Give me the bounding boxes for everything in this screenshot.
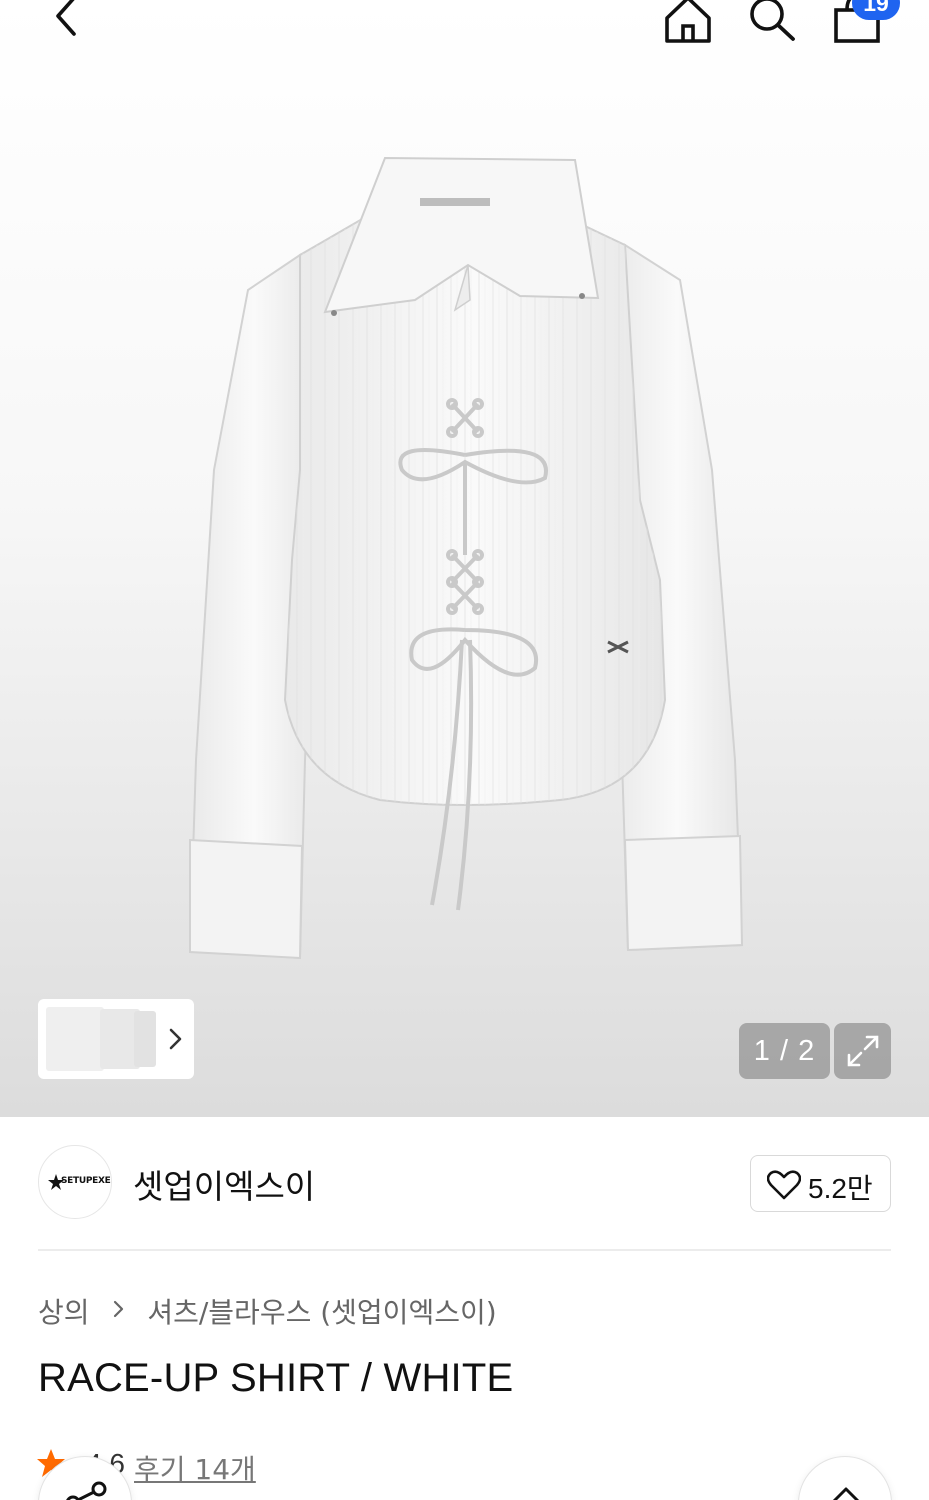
breadcrumb-subcategory[interactable]: 셔츠/블라우스 (셋업이엑스이) [147,1291,496,1331]
heart-icon [767,1170,801,1200]
top-navigation-bar: 19 [0,0,929,60]
chevron-right-icon [112,1297,126,1325]
home-button[interactable] [662,0,714,44]
search-icon [750,0,795,41]
product-image-gallery[interactable] [0,0,929,1117]
like-button[interactable]: 5.2만 [750,1155,891,1212]
home-icon [665,0,711,43]
expand-icon [847,1035,879,1067]
product-photo [188,156,744,960]
share-icon [66,1481,107,1500]
divider [38,1249,891,1251]
brand-logo-text: SETUPEXE [61,1176,111,1186]
review-count-link[interactable]: 후기 14개 [134,1448,256,1488]
product-title: RACE-UP SHIRT / WHITE [38,1356,514,1400]
breadcrumb-category[interactable]: 상의 [38,1291,90,1331]
brand-name[interactable]: 셋업이엑스이 [133,1160,315,1208]
like-count: 5.2만 [808,1173,873,1204]
chevron-right-icon[interactable] [166,1025,186,1053]
thumbnail-1[interactable] [46,1007,104,1071]
search-button[interactable] [746,0,798,42]
scroll-to-top-button[interactable] [798,1456,892,1500]
chevron-up-icon [832,1487,860,1500]
cart-count-badge: 19 [852,0,900,20]
fullscreen-button[interactable] [834,1023,891,1079]
thumbnail-3[interactable] [134,1011,156,1067]
brand-logo[interactable]: SETUPEXE [38,1145,112,1219]
thumbnail-strip[interactable] [38,999,194,1079]
back-button[interactable] [44,0,90,40]
breadcrumb: 상의 셔츠/블라우스 (셋업이엑스이) [38,1291,497,1329]
image-counter: 1 / 2 [739,1023,830,1079]
back-icon [56,0,76,36]
